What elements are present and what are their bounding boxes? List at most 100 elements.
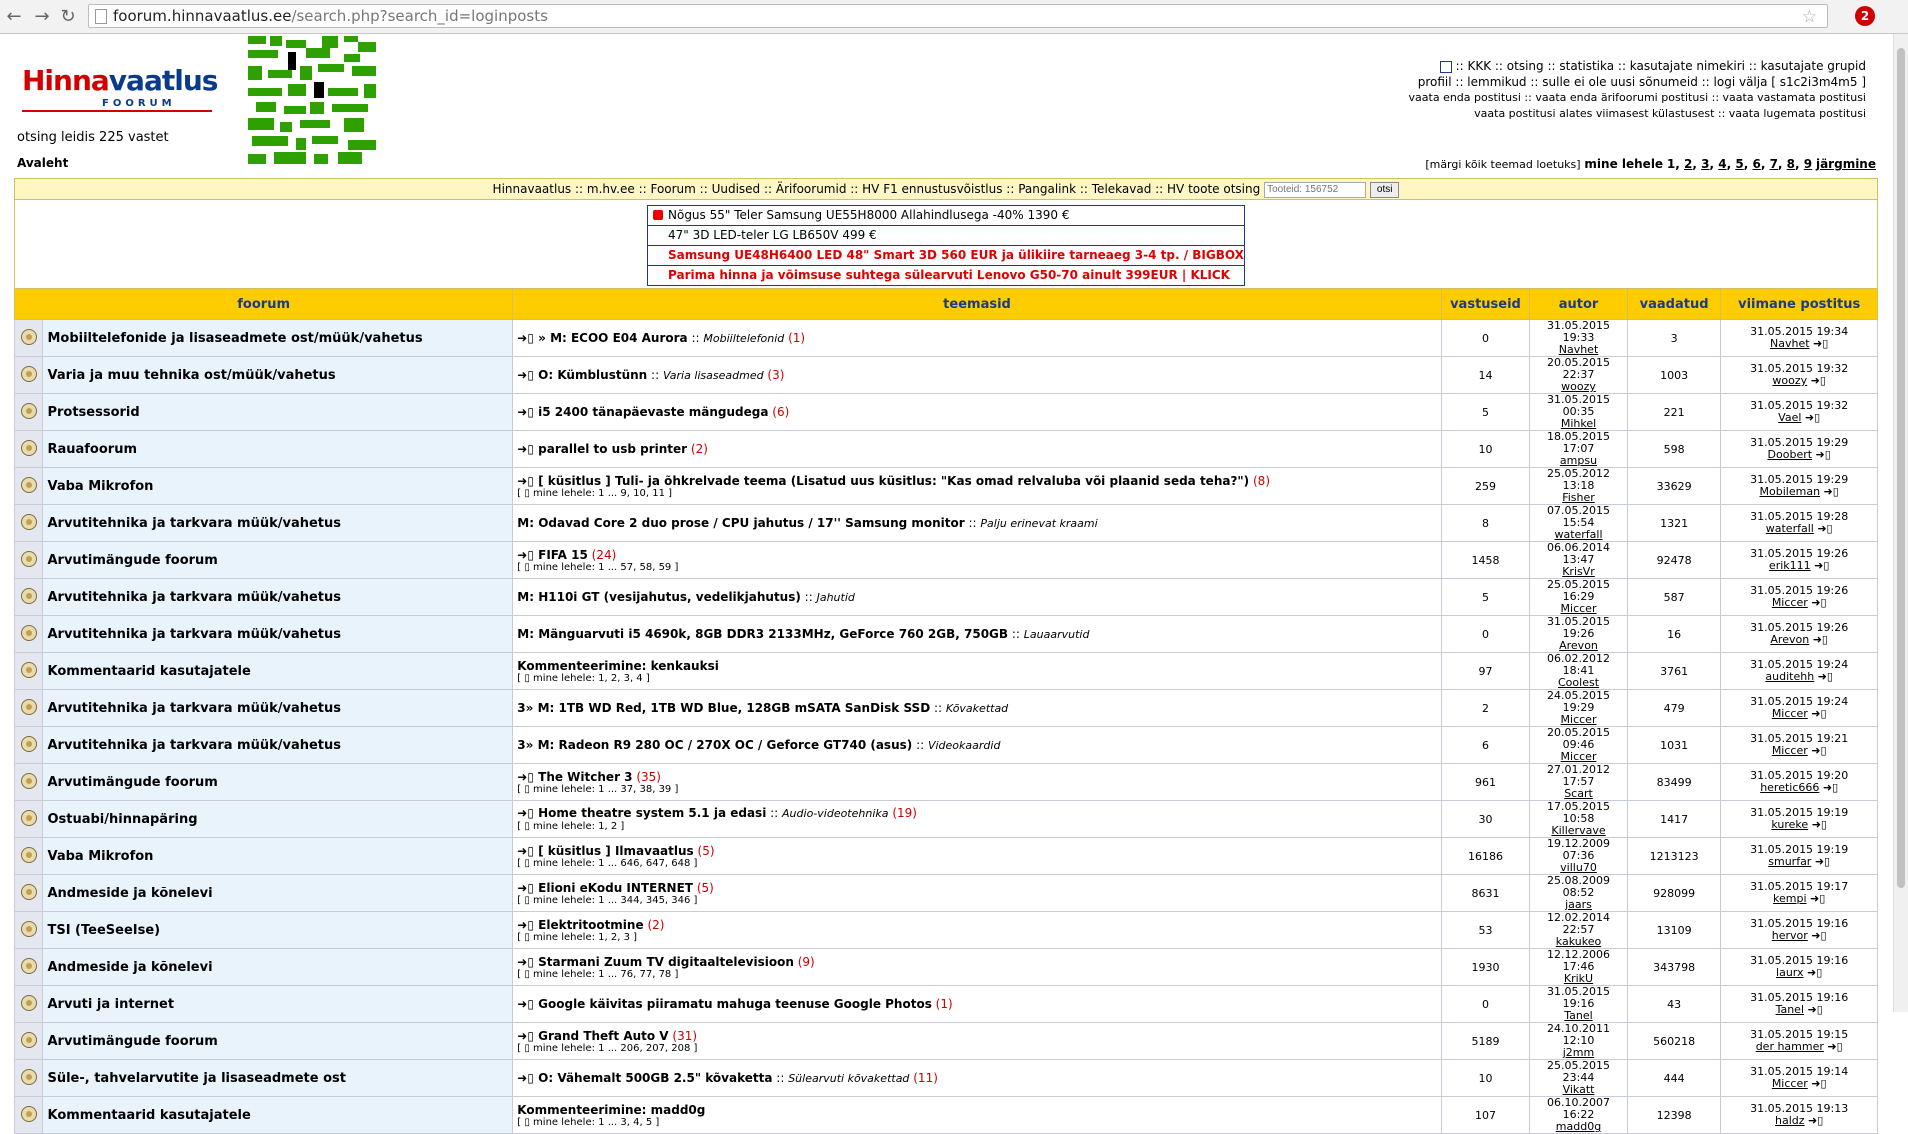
- topic-pages[interactable]: [ ▯ mine lehele: 1 ... 76, 77, 78 ]: [517, 969, 1436, 980]
- page-link[interactable]: 6: [1752, 157, 1760, 171]
- last-post-user[interactable]: Mobileman: [1760, 485, 1821, 498]
- top-links-line-2[interactable]: profiil :: lemmikud :: sulle ei ole uusi…: [1409, 74, 1866, 90]
- topic-title[interactable]: O: Vähemalt 500GB 2.5" kõvaketta: [538, 1071, 772, 1085]
- go-to-post-icon[interactable]: ➜▯: [1824, 485, 1839, 498]
- topic-author[interactable]: Miccer: [1534, 603, 1623, 615]
- ad-link[interactable]: Nõgus 55" Teler Samsung UE55H8000 Allahi…: [648, 206, 1244, 226]
- page-link[interactable]: 2: [1684, 157, 1692, 171]
- topic-prefix[interactable]: ➜▯: [517, 442, 538, 456]
- last-post-user[interactable]: Miccer: [1772, 744, 1808, 757]
- topic-prefix[interactable]: ➜▯: [517, 368, 538, 382]
- scrollbar-thumb[interactable]: [1897, 48, 1905, 888]
- last-post-user[interactable]: kempi: [1773, 892, 1807, 905]
- topic-prefix[interactable]: ➜▯: [517, 844, 538, 858]
- go-to-post-icon[interactable]: ➜▯: [1812, 818, 1827, 831]
- forum-name[interactable]: Protsessorid: [42, 393, 514, 431]
- topic-author[interactable]: Miccer: [1534, 714, 1623, 726]
- forum-name[interactable]: Vaba Mikrofon: [42, 467, 514, 505]
- last-post-user[interactable]: Vael: [1778, 411, 1801, 424]
- last-post-user[interactable]: der hammer: [1756, 1040, 1824, 1053]
- topic-title[interactable]: Google käivitas piiramatu mahuga teenuse…: [538, 997, 932, 1011]
- topic-author[interactable]: Coolest: [1534, 677, 1623, 689]
- topic-title[interactable]: O: Kümblustünn: [538, 368, 647, 382]
- topic-author[interactable]: waterfall: [1534, 529, 1623, 541]
- topic-author[interactable]: Vikatt: [1534, 1084, 1623, 1096]
- topic-title[interactable]: Kommenteerimine: kenkauksi: [517, 659, 719, 673]
- go-to-post-icon[interactable]: ➜▯: [1805, 411, 1820, 424]
- page-link[interactable]: 7: [1770, 157, 1778, 171]
- page-link[interactable]: 4: [1718, 157, 1726, 171]
- topic-title[interactable]: The Witcher 3: [538, 770, 632, 784]
- topic-author[interactable]: Fisher: [1534, 492, 1623, 504]
- rss-icon[interactable]: [1439, 60, 1452, 73]
- back-button[interactable]: ←: [4, 7, 24, 27]
- forum-name[interactable]: Andmeside ja kõnelevi: [42, 874, 514, 912]
- last-post-user[interactable]: hervor: [1772, 929, 1808, 942]
- topic-prefix[interactable]: ➜▯: [517, 548, 538, 562]
- forum-name[interactable]: Mobiiltelefonide ja lisaseadmete ost/müü…: [42, 319, 514, 357]
- last-post-user[interactable]: woozy: [1772, 374, 1807, 387]
- top-links-line-4[interactable]: vaata postitusi alates viimasest külastu…: [1409, 106, 1866, 122]
- top-links-line-1[interactable]: :: KKK :: otsing :: statistika :: kasuta…: [1456, 59, 1866, 73]
- topic-prefix[interactable]: ➜▯: [517, 1029, 538, 1043]
- topic-pages[interactable]: [ ▯ mine lehele: 1 ... 206, 207, 208 ]: [517, 1043, 1436, 1054]
- go-to-post-icon[interactable]: ➜▯: [1811, 707, 1826, 720]
- last-post-user[interactable]: waterfall: [1766, 522, 1814, 535]
- product-search-button[interactable]: otsi: [1369, 181, 1400, 198]
- last-post-user[interactable]: Tanel: [1776, 1003, 1804, 1016]
- topic-title[interactable]: M: Odavad Core 2 duo prose / CPU jahutus…: [517, 516, 964, 530]
- topic-author[interactable]: madd0g: [1534, 1121, 1623, 1133]
- go-to-post-icon[interactable]: ➜▯: [1811, 374, 1826, 387]
- page-scrollbar[interactable]: [1893, 34, 1908, 1012]
- bookmark-star-icon[interactable]: ☆: [1802, 6, 1817, 28]
- last-post-user[interactable]: Miccer: [1772, 1077, 1808, 1090]
- topic-title[interactable]: M: 1TB WD Red, 1TB WD Blue, 128GB mSATA …: [538, 701, 931, 715]
- topic-prefix[interactable]: ➜▯: [517, 770, 538, 784]
- topic-prefix[interactable]: ➜▯: [517, 1071, 538, 1085]
- topic-title[interactable]: [ küsitlus ] Tuli- ja õhkrelvade teema (…: [538, 474, 1249, 488]
- go-to-post-icon[interactable]: ➜▯: [1815, 855, 1830, 868]
- topic-author[interactable]: ampsu: [1534, 455, 1623, 467]
- topic-author[interactable]: kakukeo: [1534, 936, 1623, 948]
- topic-prefix[interactable]: ➜▯: [517, 474, 538, 488]
- page-link[interactable]: 5: [1735, 157, 1743, 171]
- last-post-user[interactable]: haldz: [1775, 1114, 1805, 1127]
- last-post-user[interactable]: laurx: [1776, 966, 1804, 979]
- mark-all-read-link[interactable]: [märgi kõik teemad loetuks]: [1425, 158, 1580, 171]
- topic-title[interactable]: FIFA 15: [538, 548, 588, 562]
- topic-prefix[interactable]: ➜▯: [517, 918, 538, 932]
- topic-title[interactable]: M: Radeon R9 280 OC / 270X OC / Geforce …: [538, 738, 913, 752]
- forum-name[interactable]: Arvutimängude foorum: [42, 1022, 514, 1060]
- topic-author[interactable]: Killervave: [1534, 825, 1623, 837]
- topic-prefix[interactable]: ➜▯: [517, 955, 538, 969]
- topic-pages[interactable]: [ ▯ mine lehele: 1, 2, 3, 4 ]: [517, 673, 1436, 684]
- forum-name[interactable]: Kommentaarid kasutajatele: [42, 1096, 514, 1134]
- topic-title[interactable]: [ küsitlus ] Ilmavaatlus: [538, 844, 694, 858]
- extension-icon[interactable]: 2: [1855, 6, 1875, 26]
- last-post-user[interactable]: Miccer: [1772, 596, 1808, 609]
- topic-title[interactable]: M: ECOO E04 Aurora: [550, 331, 688, 345]
- topic-pages[interactable]: [ ▯ mine lehele: 1 ... 3, 4, 5 ]: [517, 1117, 1436, 1128]
- topic-title[interactable]: Elioni eKodu INTERNET: [538, 881, 693, 895]
- next-page-link[interactable]: järgmine: [1816, 157, 1876, 171]
- last-post-user[interactable]: Doobert: [1768, 448, 1813, 461]
- forum-name[interactable]: Arvutitehnika ja tarkvara müük/vahetus: [42, 578, 514, 616]
- topic-title[interactable]: parallel to usb printer: [538, 442, 687, 456]
- reload-button[interactable]: ↻: [58, 7, 78, 27]
- topic-pages[interactable]: [ ▯ mine lehele: 1, 2, 3 ]: [517, 932, 1436, 943]
- go-to-post-icon[interactable]: ➜▯: [1810, 892, 1825, 905]
- topic-title[interactable]: M: Mänguarvuti i5 4690k, 8GB DDR3 2133MH…: [517, 627, 1008, 641]
- topic-pages[interactable]: [ ▯ mine lehele: 1 ... 344, 345, 346 ]: [517, 895, 1436, 906]
- go-to-post-icon[interactable]: ➜▯: [1813, 633, 1828, 646]
- topic-title[interactable]: Elektritootmine: [538, 918, 643, 932]
- topic-pages[interactable]: [ ▯ mine lehele: 1 ... 57, 58, 59 ]: [517, 562, 1436, 573]
- forum-name[interactable]: Varia ja muu tehnika ost/müük/vahetus: [42, 356, 514, 394]
- forum-name[interactable]: Süle-, tahvelarvutite ja lisaseadmete os…: [42, 1059, 514, 1097]
- product-search-input[interactable]: [1264, 181, 1367, 198]
- topic-author[interactable]: woozy: [1534, 381, 1623, 393]
- forum-name[interactable]: Ostuabi/hinnapäring: [42, 800, 514, 838]
- last-post-user[interactable]: smurfar: [1768, 855, 1811, 868]
- go-to-post-icon[interactable]: ➜▯: [1807, 966, 1822, 979]
- topic-prefix[interactable]: ➜▯: [517, 806, 538, 820]
- forum-name[interactable]: Kommentaarid kasutajatele: [42, 652, 514, 690]
